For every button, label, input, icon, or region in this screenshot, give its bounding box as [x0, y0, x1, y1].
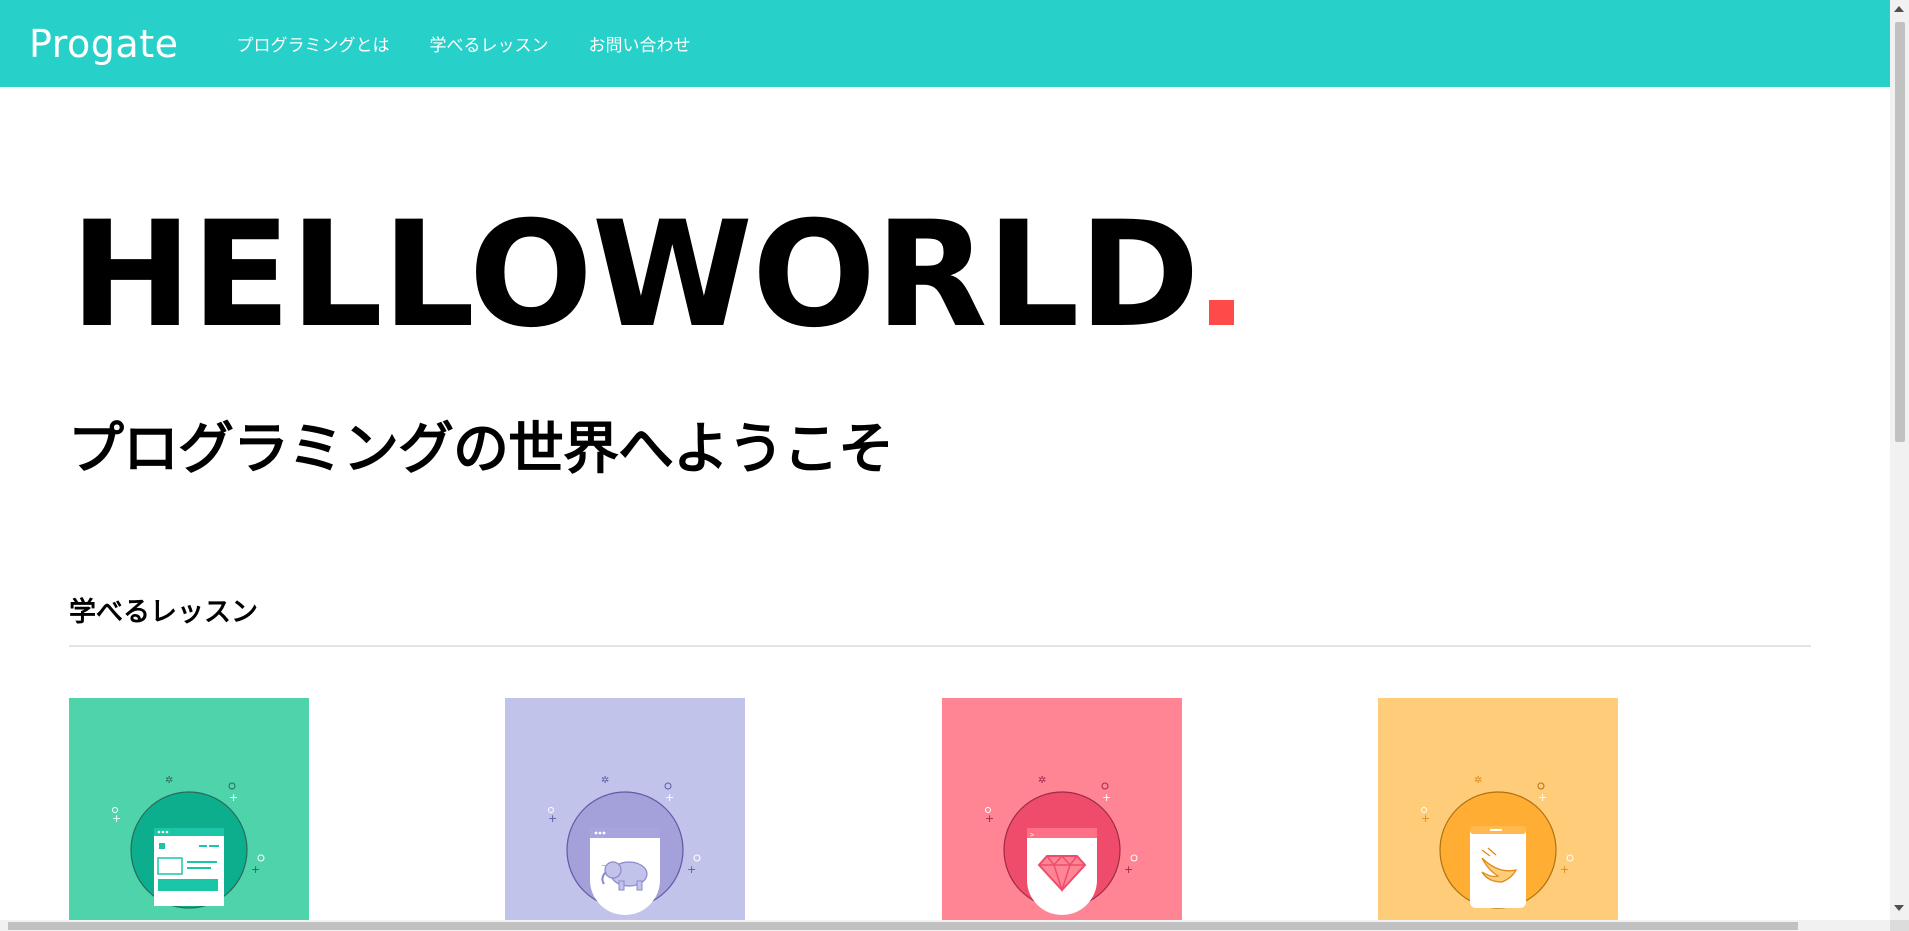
scroll-down-arrow-icon[interactable] [1894, 905, 1904, 911]
svg-text:+: + [687, 863, 696, 876]
hero-title-dot [1208, 300, 1234, 325]
horizontal-scrollbar-thumb[interactable] [8, 922, 1798, 930]
svg-text:✲: ✲ [165, 775, 173, 786]
lesson-card-html-css[interactable]: ✲ + + + [69, 698, 309, 920]
section-divider [69, 645, 1811, 647]
svg-text:+: + [1102, 791, 1111, 804]
nav-link-about-programming[interactable]: プログラミングとは [236, 31, 389, 56]
svg-text:✲: ✲ [1038, 775, 1046, 786]
hero-title: HELLOWORLD [70, 202, 1234, 348]
svg-text:+: + [1538, 791, 1547, 804]
horizontal-scrollbar[interactable] [0, 920, 1890, 931]
nav-link-contact[interactable]: お問い合わせ [588, 31, 690, 56]
svg-text:+: + [1124, 863, 1133, 876]
lesson-card-php[interactable]: ✲ + + + ~ [505, 698, 745, 920]
scrollbar-corner [1890, 920, 1909, 931]
svg-text:>_: >_ [1030, 831, 1039, 839]
lesson-card-ruby[interactable]: ✲ + + + >_ [942, 698, 1182, 920]
svg-text:✲: ✲ [1474, 775, 1482, 786]
main-nav: プログラミングとは 学べるレッスン お問い合わせ [236, 31, 690, 56]
gem-icon: ✲ + + + >_ [942, 698, 1182, 920]
swift-bird-icon: ✲ + + + [1378, 698, 1618, 920]
svg-text:~: ~ [601, 862, 607, 870]
svg-text:+: + [1560, 863, 1569, 876]
vertical-scrollbar-thumb[interactable] [1895, 22, 1905, 442]
svg-text:✲: ✲ [601, 775, 609, 786]
lesson-card-swift[interactable]: ✲ + + + [1378, 698, 1618, 920]
scroll-up-arrow-icon[interactable] [1894, 6, 1904, 12]
elephant-icon: ✲ + + + ~ [505, 698, 745, 920]
svg-text:+: + [229, 791, 238, 804]
svg-text:+: + [112, 812, 121, 825]
svg-text:+: + [548, 812, 557, 825]
hero-title-text: HELLOWORLD [70, 190, 1200, 360]
site-header: Progate プログラミングとは 学べるレッスン お問い合わせ [0, 0, 1890, 87]
lessons-heading: 学べるレッスン [69, 597, 258, 628]
site-logo[interactable]: Progate [29, 22, 178, 66]
lesson-list: ✲ + + + ✲ + + + ~ ✲ + + + >_ ✲ + + + [69, 698, 1769, 920]
svg-text:+: + [1421, 812, 1430, 825]
nav-link-lessons[interactable]: 学べるレッスン [429, 31, 548, 56]
svg-text:+: + [665, 791, 674, 804]
browser-layout-icon: ✲ + + + [69, 698, 309, 920]
vertical-scrollbar[interactable] [1890, 0, 1909, 920]
svg-text:+: + [251, 863, 260, 876]
svg-text:+: + [985, 812, 994, 825]
hero-subtitle: プログラミングの世界へようこそ [68, 417, 894, 482]
